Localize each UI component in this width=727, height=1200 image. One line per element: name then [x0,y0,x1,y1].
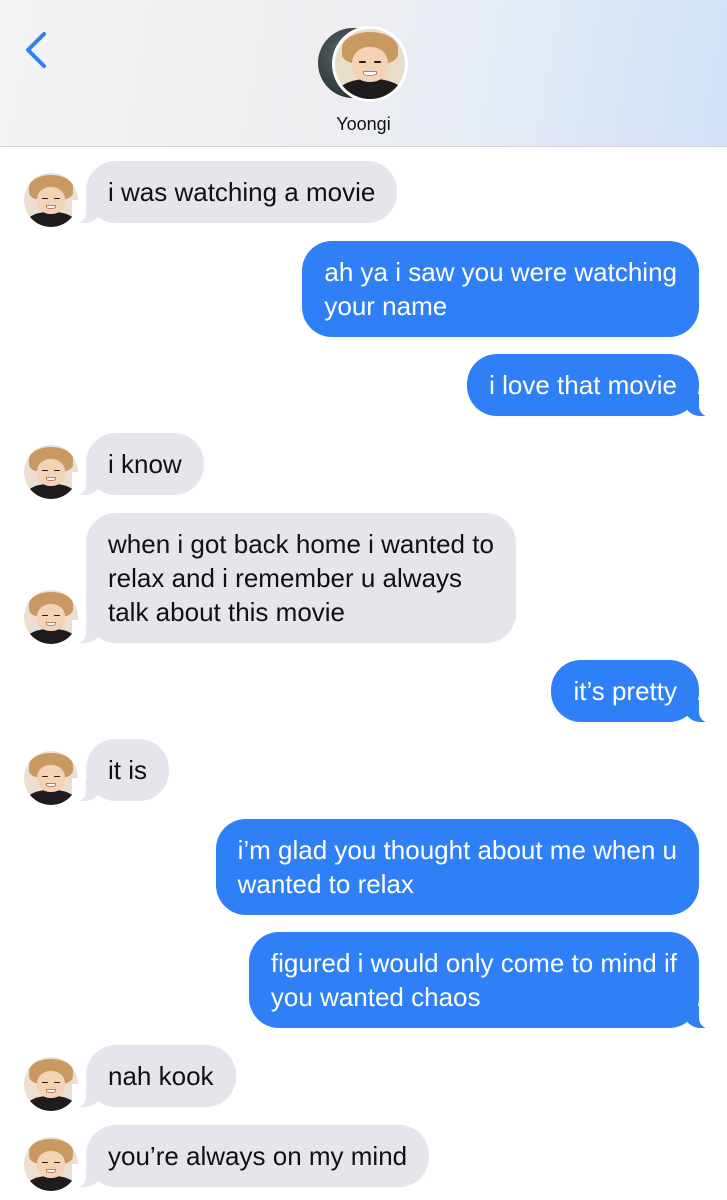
incoming-message-bubble[interactable]: it is [72,739,169,802]
contact-mini-avatar [24,1057,78,1111]
contact-avatar-group[interactable] [318,26,410,102]
contact-avatar [332,26,408,102]
outgoing-message-bubble[interactable]: i’m glad you thought about me when u wan… [215,819,699,915]
back-button[interactable] [18,26,54,74]
contact-mini-avatar [24,173,78,227]
incoming-message-bubble[interactable]: nah kook [72,1045,236,1108]
contact-mini-avatar [24,751,78,805]
incoming-message-bubble[interactable]: you’re always on my mind [71,1125,430,1188]
incoming-message-bubble[interactable]: i know [72,433,204,496]
contact-mini-avatar [24,445,78,499]
contact-name[interactable]: Yoongi [0,114,727,135]
outgoing-message-bubble[interactable]: it’s pretty [551,660,713,723]
outgoing-message-bubble[interactable]: i love that movie [467,354,713,417]
chevron-left-icon [26,32,46,68]
outgoing-message-bubble[interactable]: ah ya i saw you were watching your name [302,241,699,337]
incoming-message-bubble[interactable]: when i got back home i wanted to relax a… [72,513,516,644]
contact-mini-avatar [24,1137,78,1191]
message-thread[interactable]: i was watching a movie ah ya i saw you w… [0,146,727,1200]
contact-mini-avatar [24,590,78,644]
incoming-message-bubble[interactable]: i was watching a movie [71,161,398,224]
conversation-header: Yoongi [0,0,727,147]
outgoing-message-bubble[interactable]: figured i would only come to mind if you… [248,932,714,1029]
